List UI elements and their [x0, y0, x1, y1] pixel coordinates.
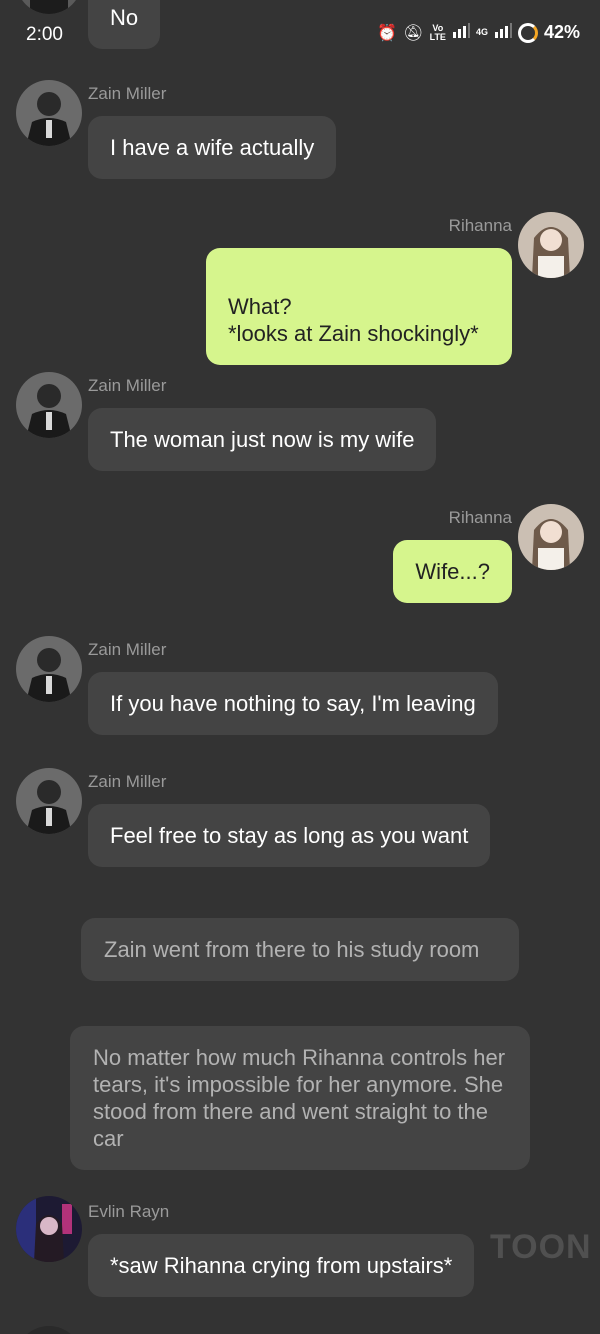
- message-text: Feel free to stay as long as you want: [110, 823, 469, 848]
- battery-icon: [517, 22, 538, 43]
- sender-name: Evlin Rayn: [88, 1202, 170, 1221]
- avatar-zain[interactable]: [16, 636, 82, 702]
- avatar-rihanna[interactable]: [518, 212, 584, 278]
- signal-icon: [452, 22, 470, 43]
- message-text: Wife...?: [415, 559, 490, 584]
- message-bubble: Feel free to stay as long as you want: [88, 804, 491, 867]
- alarm-icon: ⏰: [377, 24, 398, 42]
- sender-name: Rihanna: [448, 216, 512, 235]
- message-bubble: No: [88, 0, 161, 49]
- signal-icon-2: [494, 22, 512, 43]
- message-text: No: [110, 5, 139, 30]
- avatar-zain[interactable]: [16, 80, 82, 146]
- avatar-zain-cropped[interactable]: [16, 0, 82, 14]
- status-icons: ⏰ 🔕︎ Vo LTE 4G 42%: [377, 22, 580, 43]
- sender-name: Zain Miller: [88, 772, 167, 791]
- network-type-icon: 4G: [475, 27, 488, 37]
- message-bubble: If you have nothing to say, I'm leaving: [88, 672, 498, 735]
- message-text: *saw Rihanna crying from upstairs*: [110, 1253, 453, 1278]
- narration-text: No matter how much Rihanna controls her …: [93, 1045, 506, 1151]
- message-bubble: I have a wife actually: [88, 116, 337, 179]
- battery-percent: 42%: [543, 22, 580, 42]
- message-bubble-outgoing: What? *looks at Zain shockingly*: [206, 248, 512, 365]
- message-bubble: *saw Rihanna crying from upstairs*: [88, 1234, 475, 1297]
- narration-text: Zain went from there to his study room: [104, 937, 480, 962]
- sender-name: Zain Miller: [88, 84, 167, 103]
- narration-bubble: No matter how much Rihanna controls her …: [70, 1026, 530, 1170]
- watermark-logo: TOON: [490, 1228, 592, 1266]
- message-text: The woman just now is my wife: [110, 427, 415, 452]
- avatar-zain[interactable]: [16, 372, 82, 438]
- sender-name: Zain Miller: [88, 376, 167, 395]
- volte-icon: Vo LTE: [429, 22, 446, 42]
- sender-name: Zain Miller: [88, 640, 167, 659]
- avatar-rihanna[interactable]: [518, 504, 584, 570]
- message-text: If you have nothing to say, I'm leaving: [110, 691, 476, 716]
- status-time: 2:00: [26, 24, 63, 45]
- message-text: What? *looks at Zain shockingly*: [228, 294, 479, 346]
- message-bubble-outgoing: Wife...?: [393, 540, 512, 603]
- avatar-evlin[interactable]: [16, 1196, 82, 1262]
- narration-bubble: Zain went from there to his study room: [81, 918, 519, 981]
- avatar-zain[interactable]: [16, 768, 82, 834]
- sender-name: Rihanna: [448, 508, 512, 527]
- message-text: I have a wife actually: [110, 135, 315, 160]
- message-bubble: The woman just now is my wife: [88, 408, 437, 471]
- mute-icon: 🔕︎: [403, 24, 424, 42]
- avatar-next-cropped[interactable]: [16, 1326, 82, 1334]
